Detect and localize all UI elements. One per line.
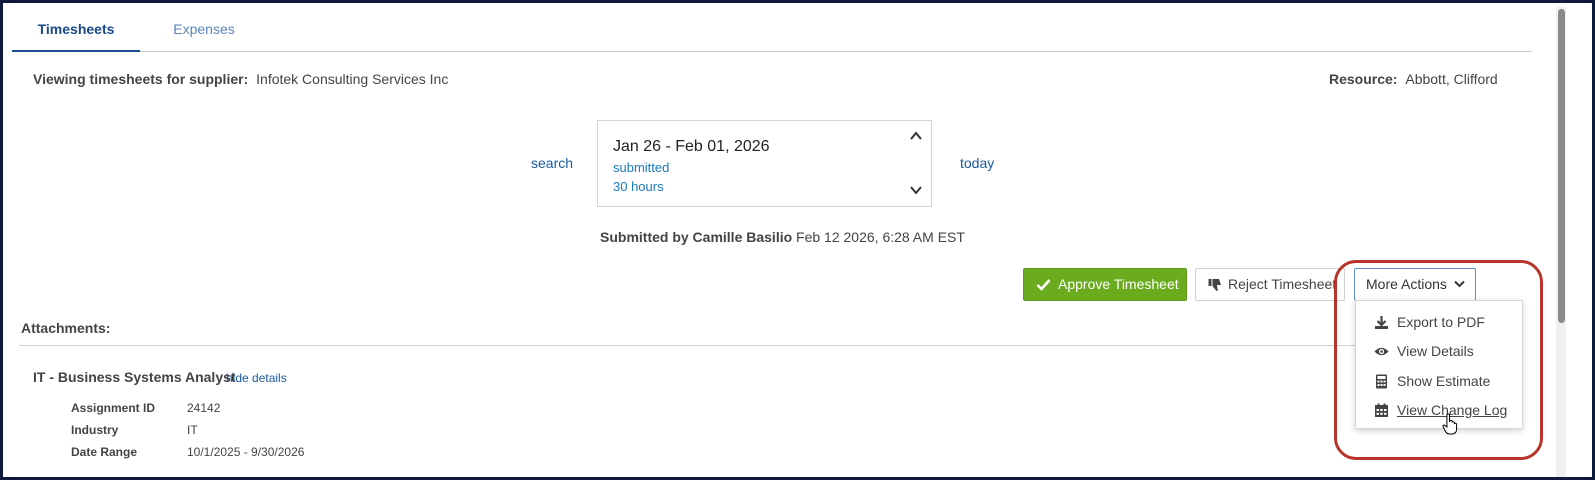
detail-label: Assignment ID: [71, 401, 156, 415]
more-actions-button[interactable]: More Actions: [1354, 268, 1476, 301]
chevron-up-icon[interactable]: [909, 129, 923, 143]
tab-timesheets[interactable]: Timesheets: [12, 3, 140, 52]
download-icon: [1375, 316, 1388, 329]
menu-item-view-details[interactable]: View Details: [1356, 337, 1522, 365]
resource-info: Resource: Abbott, Clifford: [1329, 71, 1498, 87]
menu-item-view-change-log[interactable]: View Change Log: [1356, 396, 1522, 424]
approve-timesheet-button[interactable]: Approve Timesheet: [1023, 268, 1187, 301]
attachments-label: Attachments:: [21, 320, 111, 336]
resource-value: Abbott, Clifford: [1405, 71, 1498, 87]
checkmark-icon: [1036, 279, 1051, 291]
search-link[interactable]: search: [531, 155, 573, 171]
tab-bar: Timesheets Expenses: [12, 3, 1532, 52]
menu-item-label: Export to PDF: [1397, 314, 1485, 330]
detail-value: 24142: [187, 401, 221, 415]
eye-icon: [1374, 347, 1389, 356]
calculator-icon: [1376, 374, 1387, 389]
detail-label: Industry: [71, 423, 119, 437]
submitted-by: Submitted by Camille Basilio: [600, 229, 793, 245]
resource-label: Resource:: [1329, 71, 1398, 87]
approve-label: Approve Timesheet: [1058, 276, 1179, 292]
today-link[interactable]: today: [960, 155, 994, 171]
chevron-down-icon[interactable]: [909, 183, 923, 197]
detail-value: 10/1/2025 - 9/30/2026: [187, 445, 305, 459]
thumbs-down-icon: [1208, 279, 1221, 291]
calendar-icon: [1375, 403, 1388, 417]
menu-item-label: Show Estimate: [1397, 373, 1491, 389]
supplier-label: Viewing timesheets for supplier:: [33, 71, 249, 87]
more-actions-menu: Export to PDF View Details Show Estimate: [1355, 300, 1523, 429]
period-range: Jan 26 - Feb 01, 2026: [613, 138, 770, 155]
assignment-title: IT - Business Systems Analyst: [33, 369, 236, 385]
period-selector[interactable]: Jan 26 - Feb 01, 2026 submitted 30 hours: [597, 120, 932, 207]
hide-details-link[interactable]: hide details: [226, 371, 287, 385]
period-status: submitted: [613, 160, 670, 175]
reject-label: Reject Timesheet: [1228, 276, 1337, 292]
detail-value: IT: [187, 423, 198, 437]
menu-item-label: View Details: [1397, 343, 1474, 359]
supplier-value: Infotek Consulting Services Inc: [256, 71, 449, 87]
period-hours: 30 hours: [613, 179, 664, 194]
scrollbar-thumb[interactable]: [1558, 9, 1565, 323]
detail-label: Date Range: [71, 445, 138, 459]
tab-expenses[interactable]: Expenses: [145, 3, 263, 52]
reject-timesheet-button[interactable]: Reject Timesheet: [1195, 268, 1345, 301]
hand-cursor-icon: [1442, 413, 1458, 435]
divider: [19, 345, 1364, 346]
menu-item-export-pdf[interactable]: Export to PDF: [1356, 308, 1522, 336]
submission-info: Submitted by Camille Basilio Feb 12 2026…: [600, 229, 965, 245]
supplier-info: Viewing timesheets for supplier: Infotek…: [33, 71, 448, 87]
menu-item-show-estimate[interactable]: Show Estimate: [1356, 367, 1522, 395]
submitted-timestamp: Feb 12 2026, 6:28 AM EST: [796, 229, 965, 245]
chevron-down-icon: [1454, 280, 1465, 288]
more-actions-label: More Actions: [1366, 276, 1447, 292]
